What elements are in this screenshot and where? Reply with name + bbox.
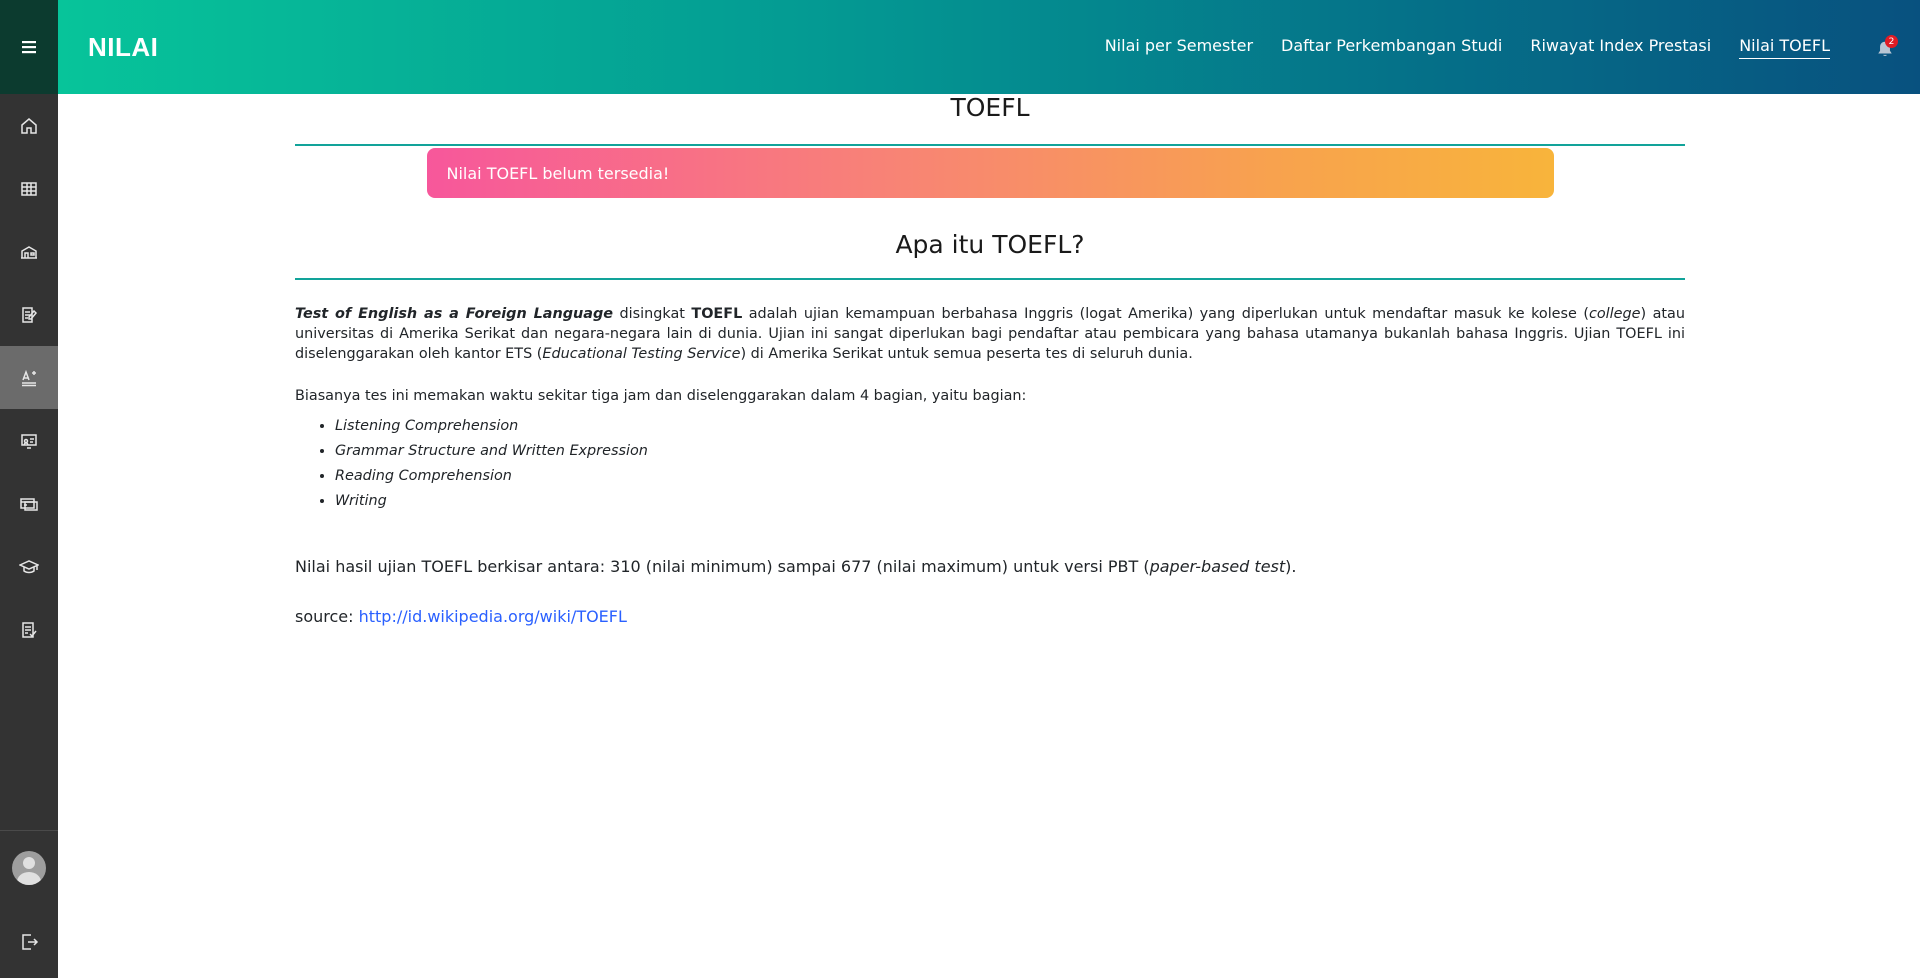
parts-list: Listening Comprehension Grammar Structur… <box>335 414 1685 514</box>
intro-text-4: ) di Amerika Serikat untuk semua peserta… <box>740 346 1193 362</box>
nav-daftar-perkembangan-studi[interactable]: Daftar Perkembangan Studi <box>1281 36 1502 58</box>
notification-button[interactable]: 2 <box>1874 35 1898 58</box>
nav-riwayat-index-prestasi[interactable]: Riwayat Index Prestasi <box>1530 36 1711 58</box>
section-title: Apa itu TOEFL? <box>895 230 1085 259</box>
intro-ets: Educational Testing Service <box>542 346 741 362</box>
sidebar-item-documents[interactable] <box>0 283 58 346</box>
sidebar-item-graduation[interactable] <box>0 535 58 598</box>
intro-college: college <box>1588 306 1641 322</box>
font-grade-icon <box>22 369 36 386</box>
title-divider <box>295 144 1685 146</box>
intro-text-2: adalah ujian kemampuan berbahasa Inggris… <box>742 306 1589 322</box>
payment-icon <box>20 497 38 511</box>
sidebar-item-grades[interactable] <box>0 346 58 409</box>
score-range-end: ). <box>1285 557 1297 576</box>
list-item: Writing <box>335 489 1685 514</box>
hamburger-icon <box>22 41 36 54</box>
sidebar-item-presentation[interactable] <box>0 409 58 472</box>
top-nav: Nilai per Semester Daftar Perkembangan S… <box>1077 0 1920 94</box>
avatar <box>12 851 46 885</box>
logout-button[interactable] <box>0 905 58 979</box>
top-navbar: NILAI Nilai per Semester Daftar Perkemba… <box>58 0 1920 94</box>
building-icon <box>21 245 37 259</box>
main-content: TOEFL Nilai TOEFL belum tersedia! Apa it… <box>295 94 1685 628</box>
source-label: source: <box>295 607 359 626</box>
brand-title: NILAI <box>88 32 159 62</box>
notification-badge: 2 <box>1885 35 1898 48</box>
sidebar-item-schedule[interactable] <box>0 157 58 220</box>
list-item: Listening Comprehension <box>335 414 1685 439</box>
sidebar-item-home[interactable] <box>0 94 58 157</box>
list-item: Reading Comprehension <box>335 464 1685 489</box>
score-range-text: Nilai hasil ujian TOEFL berkisar antara:… <box>295 557 1150 576</box>
graduation-cap-icon <box>19 559 39 573</box>
checklist-icon <box>22 621 37 638</box>
logout-icon <box>22 934 39 950</box>
menu-toggle-button[interactable] <box>0 0 58 94</box>
nav-nilai-per-semester[interactable]: Nilai per Semester <box>1105 36 1253 58</box>
home-icon <box>21 117 37 134</box>
sidebar <box>0 0 58 978</box>
alert-banner: Nilai TOEFL belum tersedia! <box>426 148 1554 198</box>
sidebar-item-checklist[interactable] <box>0 598 58 661</box>
score-range: Nilai hasil ujian TOEFL berkisar antara:… <box>295 556 1685 578</box>
section-divider <box>295 278 1685 280</box>
intro-text-1: disingkat <box>613 306 692 322</box>
presentation-icon <box>21 433 37 449</box>
list-item: Grammar Structure and Written Expression <box>335 439 1685 464</box>
sidebar-nav <box>0 94 58 661</box>
intro-abbr: TOEFL <box>691 306 743 322</box>
document-edit-icon <box>22 306 38 323</box>
calendar-table-icon <box>21 181 37 196</box>
sidebar-item-building[interactable] <box>0 220 58 283</box>
sidebar-item-payment[interactable] <box>0 472 58 535</box>
intro-term: Test of English as a Foreign Language <box>295 306 614 322</box>
source-link[interactable]: http://id.wikipedia.org/wiki/TOEFL <box>359 607 627 626</box>
sidebar-bottom <box>0 830 58 979</box>
profile-button[interactable] <box>0 831 58 905</box>
intro-paragraph: Test of English as a Foreign Language di… <box>295 304 1685 364</box>
nav-nilai-toefl[interactable]: Nilai TOEFL <box>1739 36 1830 59</box>
page-title: TOEFL <box>950 93 1030 122</box>
score-range-pbt: paper-based test <box>1149 557 1286 576</box>
parts-intro: Biasanya tes ini memakan waktu sekitar t… <box>295 388 1027 404</box>
source: source: http://id.wikipedia.org/wiki/TOE… <box>295 606 1685 628</box>
alert-text: Nilai TOEFL belum tersedia! <box>446 163 670 183</box>
